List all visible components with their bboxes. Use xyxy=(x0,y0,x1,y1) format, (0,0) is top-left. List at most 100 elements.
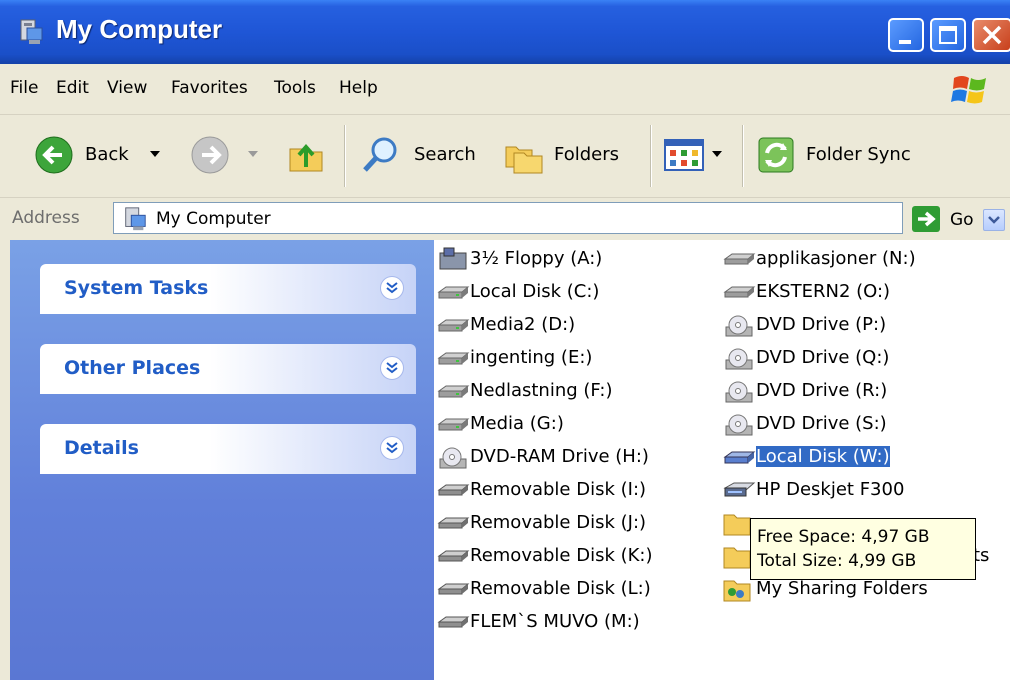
drive-label: FLEM`S MUVO (M:) xyxy=(470,611,640,632)
removable-disk-icon xyxy=(437,550,470,562)
my-computer-window: My Computer File Edit View Favorites Too… xyxy=(0,0,1010,680)
address-value: My Computer xyxy=(156,209,271,229)
title-bar[interactable]: My Computer xyxy=(0,0,1010,64)
task-pane: System Tasks Other Places Details xyxy=(10,240,434,680)
dvd-drive-icon xyxy=(439,447,467,469)
maximize-button[interactable] xyxy=(930,18,966,52)
drive-label: EKSTERN2 (O:) xyxy=(756,281,891,302)
drive-label: Nedlastning (F:) xyxy=(470,380,613,401)
drive-label: Removable Disk (J:) xyxy=(470,512,647,533)
views-button[interactable] xyxy=(662,133,732,177)
drive-label: Media (G:) xyxy=(470,413,564,434)
address-dropdown-button[interactable] xyxy=(983,209,1005,231)
search-label: Search xyxy=(414,144,476,165)
hard-disk-icon xyxy=(437,418,470,431)
free-space-text: Free Space: 4,97 GB xyxy=(757,527,930,547)
details-title: Details xyxy=(64,437,139,459)
toolbar-separator xyxy=(650,125,652,187)
folder-sync-label: Folder Sync xyxy=(806,144,911,165)
drive-label: DVD-RAM Drive (H:) xyxy=(470,446,649,467)
drive-label: Removable Disk (K:) xyxy=(470,545,653,566)
drive-label: Removable Disk (I:) xyxy=(470,479,647,500)
drive-label: applikasjoner (N:) xyxy=(756,248,916,269)
removable-disk-icon xyxy=(437,616,470,628)
other-places-panel[interactable]: Other Places xyxy=(40,344,416,394)
drive-label: 3½ Floppy (A:) xyxy=(470,248,603,269)
window-border xyxy=(0,240,10,680)
go-arrow-icon xyxy=(918,211,936,227)
minimize-button[interactable] xyxy=(888,18,924,52)
drive-label: DVD Drive (R:) xyxy=(756,380,888,401)
go-button[interactable] xyxy=(912,206,940,232)
hard-disk-icon xyxy=(437,352,470,365)
expand-chevron-icon[interactable] xyxy=(380,356,404,380)
folder-sync-button[interactable]: Folder Sync xyxy=(752,133,932,177)
system-tasks-title: System Tasks xyxy=(64,277,209,299)
drive-label: Media2 (D:) xyxy=(470,314,576,335)
drive-label: Removable Disk (L:) xyxy=(470,578,651,599)
device-label: HP Deskjet F300 xyxy=(756,479,905,500)
minimize-icon xyxy=(899,40,911,44)
up-folder-icon xyxy=(289,143,323,172)
views-icon xyxy=(664,139,704,171)
hard-disk-icon xyxy=(437,385,470,398)
forward-button[interactable] xyxy=(188,133,264,177)
system-tasks-panel[interactable]: System Tasks xyxy=(40,264,416,314)
folders-icon xyxy=(505,146,543,174)
maximize-icon xyxy=(939,26,957,44)
expand-chevron-icon[interactable] xyxy=(380,436,404,460)
my-computer-icon xyxy=(20,19,43,44)
close-button[interactable] xyxy=(972,18,1010,52)
menu-favorites[interactable]: Favorites xyxy=(171,78,248,98)
search-button[interactable]: Search xyxy=(356,133,486,177)
menu-help[interactable]: Help xyxy=(339,78,378,98)
drive-label: DVD Drive (P:) xyxy=(756,314,887,335)
up-folder-button[interactable] xyxy=(284,133,330,177)
go-label[interactable]: Go xyxy=(950,210,974,230)
dropdown-arrow-icon xyxy=(248,151,258,157)
drive-info-tooltip: Free Space: 4,97 GB Total Size: 4,99 GB xyxy=(750,518,976,580)
other-places-title: Other Places xyxy=(64,357,201,379)
address-input[interactable]: My Computer xyxy=(113,202,1005,234)
menu-bar: File Edit View Favorites Tools Help xyxy=(0,64,1010,115)
menu-tools[interactable]: Tools xyxy=(274,78,316,98)
dropdown-arrow-icon[interactable] xyxy=(712,151,722,159)
folders-button[interactable]: Folders xyxy=(498,133,638,177)
toolbar-separator xyxy=(344,125,346,187)
windows-logo-icon xyxy=(951,76,986,104)
hard-disk-icon xyxy=(437,319,470,332)
drive-label: Local Disk (C:) xyxy=(470,281,600,302)
dvd-drive-icon xyxy=(725,381,753,403)
drive-label: DVD Drive (Q:) xyxy=(756,347,890,368)
menu-view[interactable]: View xyxy=(107,78,147,98)
file-list: 3½ Floppy (A:) Local Disk (C:) Media2 (D… xyxy=(434,240,1010,680)
details-panel[interactable]: Details xyxy=(40,424,416,474)
network-drive-icon xyxy=(723,253,756,265)
search-icon xyxy=(363,137,397,172)
dvd-drive-icon xyxy=(725,348,753,370)
drive-label: DVD Drive (S:) xyxy=(756,413,887,434)
expand-chevron-icon[interactable] xyxy=(380,276,404,300)
drive-label: Local Disk (W:) xyxy=(756,446,890,467)
menu-file[interactable]: File xyxy=(10,78,38,98)
folder-sync-icon xyxy=(758,137,794,173)
window-title: My Computer xyxy=(56,14,223,44)
address-bar: Address My Computer Go xyxy=(0,198,1010,240)
dvd-drive-icon xyxy=(725,414,753,436)
total-size-text: Total Size: 4,99 GB xyxy=(757,551,917,571)
toolbar-separator xyxy=(742,125,744,187)
sharing-folder-icon xyxy=(723,580,751,602)
dropdown-arrow-icon[interactable] xyxy=(150,151,160,159)
scanner-icon xyxy=(723,482,756,497)
address-label: Address xyxy=(12,208,80,228)
removable-disk-icon xyxy=(437,484,470,496)
folder-label: My Sharing Folders xyxy=(756,578,928,599)
drive-label: ingenting (E:) xyxy=(470,347,593,368)
back-button[interactable]: Back xyxy=(30,133,175,177)
my-computer-icon xyxy=(125,207,146,231)
close-icon xyxy=(982,25,1002,45)
menu-edit[interactable]: Edit xyxy=(56,78,89,98)
removable-disk-icon xyxy=(437,583,470,595)
back-label: Back xyxy=(85,144,129,165)
folders-label: Folders xyxy=(554,144,620,165)
